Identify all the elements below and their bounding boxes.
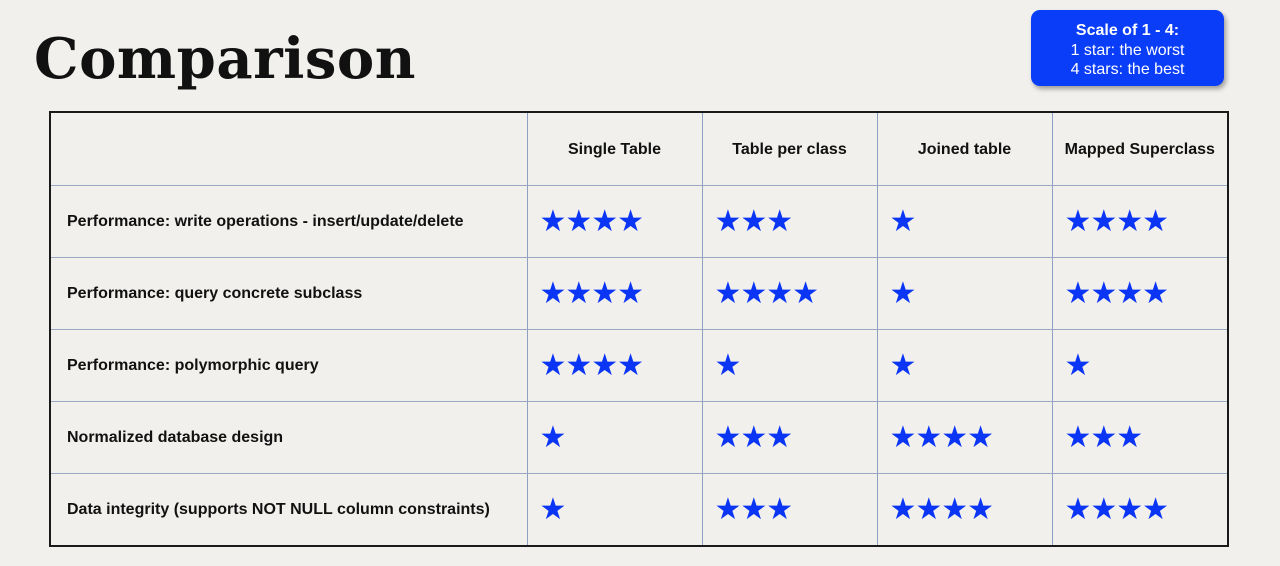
rating-cell: ★★★★ <box>876 401 1053 474</box>
table-row: Data integrity (supports NOT NULL column… <box>49 473 1229 547</box>
rating-cell: ★ <box>526 401 703 474</box>
rating-cell: ★ <box>876 185 1053 258</box>
star-rating: ★ <box>1064 347 1092 383</box>
row-label: Performance: polymorphic query <box>49 329 528 402</box>
rating-cell: ★★★ <box>701 401 878 474</box>
star-rating: ★★★★ <box>1064 203 1170 239</box>
row-label: Normalized database design <box>49 401 528 474</box>
star-rating: ★★★★ <box>889 419 995 455</box>
header-criteria <box>49 111 528 186</box>
slide-title: Comparison <box>34 26 416 92</box>
star-rating: ★ <box>889 275 917 311</box>
rating-cell: ★★★★ <box>526 257 703 330</box>
scale-legend-title: Scale of 1 - 4: <box>1075 22 1180 39</box>
header-table-per-class: Table per class <box>701 111 878 186</box>
rating-cell: ★★★ <box>701 185 878 258</box>
star-rating: ★ <box>539 491 567 527</box>
star-rating: ★★★★ <box>714 275 820 311</box>
rating-cell: ★ <box>1051 329 1229 402</box>
rating-cell: ★★★★ <box>526 329 703 402</box>
rating-cell: ★★★★ <box>526 185 703 258</box>
star-rating: ★★★★ <box>539 203 645 239</box>
row-label: Performance: write operations - insert/u… <box>49 185 528 258</box>
scale-legend-best: 4 stars: the best <box>1070 61 1185 78</box>
rating-cell: ★ <box>876 257 1053 330</box>
rating-cell: ★★★★ <box>1051 473 1229 547</box>
scale-legend-worst: 1 star: the worst <box>1070 41 1185 59</box>
rating-cell: ★ <box>701 329 878 402</box>
row-label: Data integrity (supports NOT NULL column… <box>49 473 528 547</box>
table-row: Performance: write operations - insert/u… <box>49 185 1229 258</box>
header-joined-table: Joined table <box>876 111 1053 186</box>
rating-cell: ★★★★ <box>701 257 878 330</box>
star-rating: ★★★ <box>714 491 794 527</box>
rating-cell: ★★★★ <box>1051 185 1229 258</box>
header-single-table: Single Table <box>526 111 703 186</box>
table-row: Performance: polymorphic query ★★★★ ★ ★ … <box>49 329 1229 402</box>
star-rating: ★ <box>889 203 917 239</box>
comparison-table: Single Table Table per class Joined tabl… <box>49 111 1229 547</box>
table-header-row: Single Table Table per class Joined tabl… <box>49 111 1229 186</box>
star-rating: ★★★★ <box>539 275 645 311</box>
star-rating: ★ <box>714 347 742 383</box>
rating-cell: ★★★ <box>701 473 878 547</box>
rating-cell: ★ <box>876 329 1053 402</box>
star-rating: ★★★★ <box>539 347 645 383</box>
star-rating: ★★★ <box>1064 419 1144 455</box>
star-rating: ★★★★ <box>1064 275 1170 311</box>
star-rating: ★★★★ <box>1064 491 1170 527</box>
table-row: Normalized database design ★ ★★★ ★★★★ ★★… <box>49 401 1229 474</box>
rating-cell: ★ <box>526 473 703 547</box>
star-rating: ★ <box>539 419 567 455</box>
table-row: Performance: query concrete subclass ★★★… <box>49 257 1229 330</box>
star-rating: ★★★★ <box>889 491 995 527</box>
scale-legend-box: Scale of 1 - 4: 1 star: the worst 4 star… <box>1031 10 1224 86</box>
header-mapped-superclass: Mapped Superclass <box>1051 111 1229 186</box>
star-rating: ★★★ <box>714 203 794 239</box>
rating-cell: ★★★★ <box>876 473 1053 547</box>
row-label: Performance: query concrete subclass <box>49 257 528 330</box>
rating-cell: ★★★★ <box>1051 257 1229 330</box>
star-rating: ★ <box>889 347 917 383</box>
star-rating: ★★★ <box>714 419 794 455</box>
rating-cell: ★★★ <box>1051 401 1229 474</box>
